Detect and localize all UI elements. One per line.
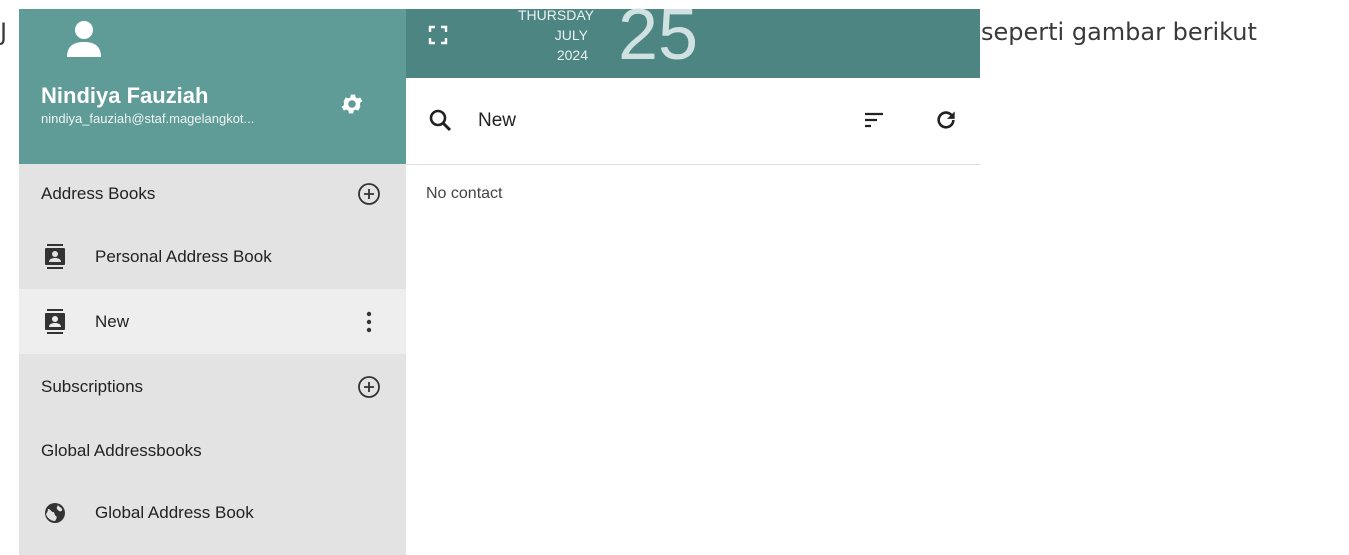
global-addressbooks-label: Global Addressbooks bbox=[41, 440, 202, 460]
sidebar-item-global-address-book[interactable]: Global Address Book bbox=[19, 481, 406, 544]
search-icon[interactable] bbox=[428, 108, 454, 134]
top-bar: THURSDAY JULY 2024 25 bbox=[406, 0, 980, 78]
sidebar-item-label: Global Address Book bbox=[95, 502, 254, 522]
more-options-icon[interactable] bbox=[356, 309, 382, 335]
user-name: Nindiya Fauziah bbox=[41, 83, 209, 108]
sidebar-item-personal-address-book[interactable]: Personal Address Book bbox=[19, 224, 406, 289]
search-bar bbox=[406, 78, 980, 165]
sidebar-item-label: New bbox=[95, 311, 130, 331]
globe-icon bbox=[41, 499, 69, 527]
user-email: nindiya_fauziah@staf.magelangkot... bbox=[41, 111, 255, 126]
add-address-book-icon[interactable] bbox=[356, 181, 382, 207]
global-addressbooks-section: Global Addressbooks bbox=[19, 420, 406, 481]
add-subscription-icon[interactable] bbox=[356, 374, 382, 400]
date-weekday: THURSDAY bbox=[518, 7, 594, 23]
empty-list-message: No contact bbox=[426, 185, 503, 202]
date-block: THURSDAY JULY 2024 bbox=[518, 5, 594, 65]
screen: J seperti gambar berikut Nindiya Fauziah… bbox=[0, 0, 1349, 555]
sidebar-item-new[interactable]: New bbox=[19, 289, 406, 354]
date-day: 25 bbox=[618, 0, 699, 75]
background-text-right: seperti gambar berikut bbox=[981, 18, 1257, 46]
sort-icon[interactable] bbox=[862, 108, 888, 134]
sidebar-item-label: Personal Address Book bbox=[95, 246, 272, 266]
user-header: Nindiya Fauziah nindiya_fauziah@staf.mag… bbox=[19, 9, 406, 164]
contacts-app: Nindiya Fauziah nindiya_fauziah@staf.mag… bbox=[19, 0, 980, 555]
settings-gear-icon[interactable] bbox=[337, 89, 367, 119]
main-panel: THURSDAY JULY 2024 25 New No contact bbox=[406, 0, 980, 555]
sidebar: Nindiya Fauziah nindiya_fauziah@staf.mag… bbox=[19, 9, 406, 555]
date-year: 2024 bbox=[556, 47, 588, 63]
date-month: JULY bbox=[554, 27, 588, 43]
contact-list: No contact bbox=[406, 165, 980, 555]
fullscreen-icon[interactable] bbox=[428, 25, 454, 51]
address-books-label: Address Books bbox=[41, 184, 156, 203]
user-avatar-icon[interactable] bbox=[65, 19, 103, 59]
search-input[interactable] bbox=[478, 104, 838, 138]
address-books-section: Address Books bbox=[19, 164, 406, 224]
subscriptions-section: Subscriptions bbox=[19, 354, 406, 420]
contact-book-icon bbox=[41, 308, 69, 336]
background-text-left: J bbox=[0, 18, 8, 46]
subscriptions-label: Subscriptions bbox=[41, 377, 144, 396]
refresh-icon[interactable] bbox=[933, 107, 961, 135]
contact-book-icon bbox=[41, 243, 69, 271]
